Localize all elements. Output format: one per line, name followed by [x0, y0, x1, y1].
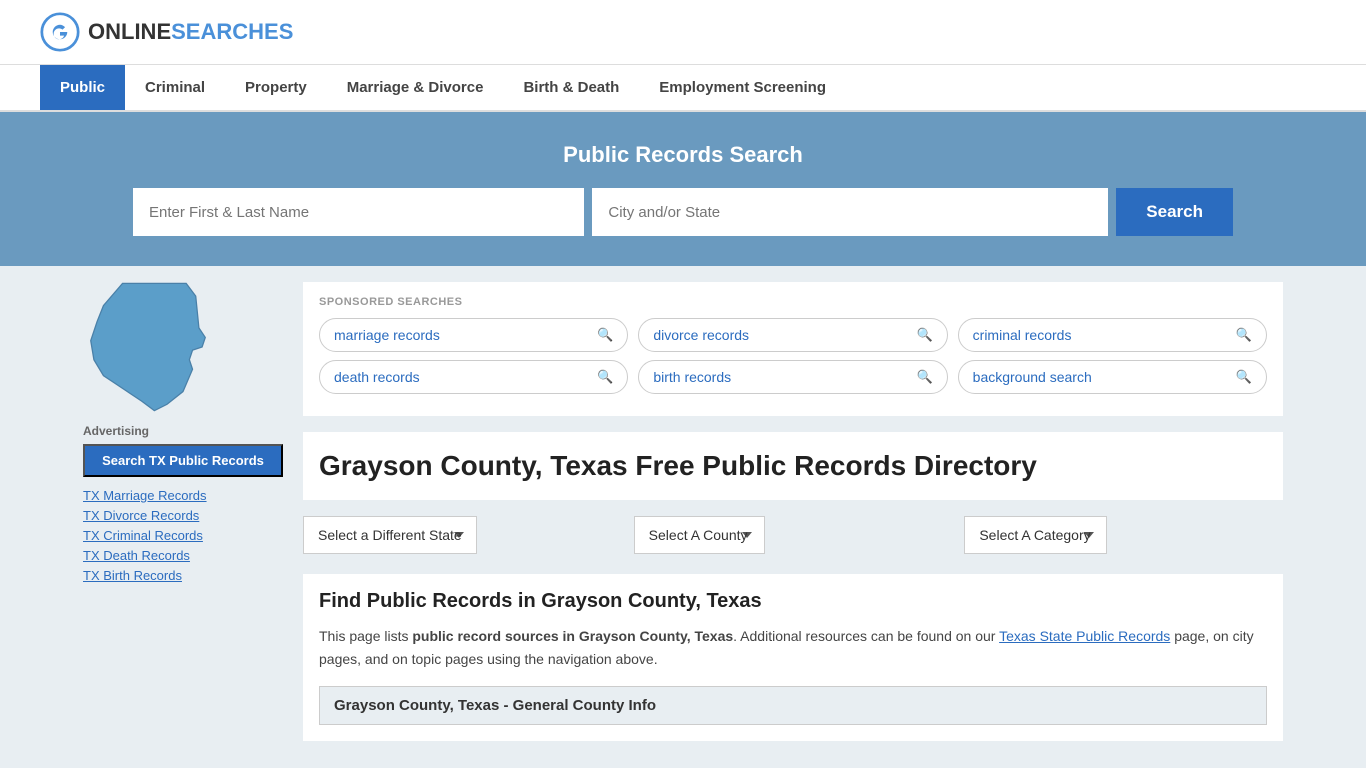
list-item: TX Criminal Records	[83, 527, 283, 543]
search-button[interactable]: Search	[1116, 188, 1233, 236]
page-title-section: Grayson County, Texas Free Public Record…	[303, 432, 1283, 500]
find-description: This page lists public record sources in…	[319, 625, 1267, 670]
tag-marriage[interactable]: marriage records 🔍	[319, 318, 628, 352]
logo-icon	[40, 12, 80, 52]
search-icon: 🔍	[1236, 369, 1252, 385]
search-icon: 🔍	[597, 369, 613, 385]
nav-public[interactable]: Public	[40, 65, 125, 110]
sidebar-link-marriage[interactable]: TX Marriage Records	[83, 488, 207, 503]
logo[interactable]: ONLINESEARCHES	[40, 12, 293, 52]
search-section: Public Records Search Search	[0, 112, 1366, 266]
logo-text: ONLINESEARCHES	[88, 19, 293, 45]
sponsored-label: SPONSORED SEARCHES	[319, 296, 1267, 308]
category-dropdown-wrap: Select A Category	[964, 516, 1283, 554]
county-dropdown[interactable]: Select A County	[634, 516, 765, 554]
texas-map	[83, 282, 213, 412]
location-input[interactable]	[592, 188, 1108, 236]
list-item: TX Marriage Records	[83, 487, 283, 503]
find-title: Find Public Records in Grayson County, T…	[319, 590, 1267, 613]
tag-background[interactable]: background search 🔍	[958, 360, 1267, 394]
list-item: TX Divorce Records	[83, 507, 283, 523]
nav-property[interactable]: Property	[225, 65, 327, 110]
search-icon: 🔍	[1236, 327, 1252, 343]
sidebar: Advertising Search TX Public Records TX …	[83, 282, 283, 741]
county-dropdown-wrap: Select A County	[634, 516, 953, 554]
county-info-heading: Grayson County, Texas - General County I…	[319, 686, 1267, 725]
texas-records-link[interactable]: Texas State Public Records	[999, 628, 1170, 644]
dropdowns-row: Select a Different State Select A County…	[303, 516, 1283, 554]
sidebar-link-birth[interactable]: TX Birth Records	[83, 568, 182, 583]
sidebar-links: TX Marriage Records TX Divorce Records T…	[83, 487, 283, 583]
state-dropdown[interactable]: Select a Different State	[303, 516, 477, 554]
search-section-title: Public Records Search	[40, 142, 1326, 168]
tag-birth[interactable]: birth records 🔍	[638, 360, 947, 394]
sidebar-link-divorce[interactable]: TX Divorce Records	[83, 508, 199, 523]
search-icon: 🔍	[597, 327, 613, 343]
nav-birth-death[interactable]: Birth & Death	[503, 65, 639, 110]
sidebar-advertising: Advertising Search TX Public Records TX …	[83, 424, 283, 583]
find-records-section: Find Public Records in Grayson County, T…	[303, 574, 1283, 741]
state-dropdown-wrap: Select a Different State	[303, 516, 622, 554]
sidebar-link-criminal[interactable]: TX Criminal Records	[83, 528, 203, 543]
find-bold: public record sources in Grayson County,…	[412, 628, 733, 644]
list-item: TX Death Records	[83, 547, 283, 563]
main-nav: Public Criminal Property Marriage & Divo…	[0, 65, 1366, 112]
main-content: SPONSORED SEARCHES marriage records 🔍 di…	[303, 282, 1283, 741]
category-dropdown[interactable]: Select A Category	[964, 516, 1107, 554]
tag-death[interactable]: death records 🔍	[319, 360, 628, 394]
list-item: TX Birth Records	[83, 567, 283, 583]
search-tags-row-2: death records 🔍 birth records 🔍 backgrou…	[319, 360, 1267, 394]
tag-criminal[interactable]: criminal records 🔍	[958, 318, 1267, 352]
search-tags-row-1: marriage records 🔍 divorce records 🔍 cri…	[319, 318, 1267, 352]
sidebar-link-death[interactable]: TX Death Records	[83, 548, 190, 563]
page-title: Grayson County, Texas Free Public Record…	[319, 448, 1267, 484]
nav-marriage-divorce[interactable]: Marriage & Divorce	[327, 65, 504, 110]
nav-criminal[interactable]: Criminal	[125, 65, 225, 110]
tag-divorce[interactable]: divorce records 🔍	[638, 318, 947, 352]
nav-employment[interactable]: Employment Screening	[639, 65, 846, 110]
sponsored-section: SPONSORED SEARCHES marriage records 🔍 di…	[303, 282, 1283, 416]
sidebar-ad-label: Advertising	[83, 424, 283, 438]
search-icon: 🔍	[916, 369, 932, 385]
sidebar-ad-button[interactable]: Search TX Public Records	[83, 444, 283, 477]
name-input[interactable]	[133, 188, 584, 236]
search-icon: 🔍	[916, 327, 932, 343]
